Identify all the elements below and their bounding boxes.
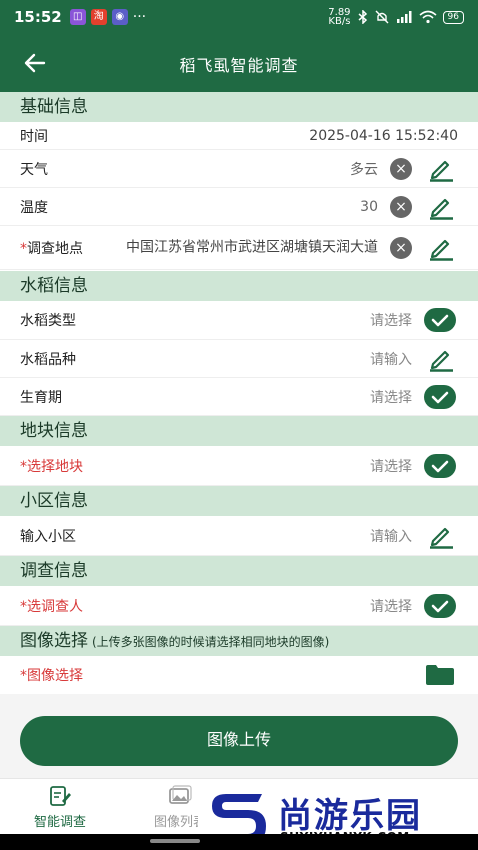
field-plot-select[interactable]: *选择地块 请选择 [0, 446, 478, 486]
check-circle-icon[interactable] [424, 308, 456, 332]
section-basic-info: 基础信息 [0, 92, 478, 122]
edit-pencil-icon[interactable] [427, 346, 455, 372]
weather-value: 多云 [350, 161, 378, 178]
community-input-placeholder: 请输入 [370, 528, 412, 545]
required-mark: * [20, 458, 27, 475]
growth-stage-placeholder: 请选择 [370, 389, 412, 406]
section-title: 水稻信息 [20, 276, 88, 296]
network-speed-unit: KB/s [328, 16, 351, 27]
section-title: 基础信息 [20, 97, 88, 117]
field-label: 输入小区 [20, 528, 76, 545]
clear-icon[interactable]: × [390, 236, 412, 259]
field-time: 时间 2025-04-16 15:52:40 [0, 122, 478, 150]
field-label: 水稻类型 [20, 313, 76, 329]
field-rice-type[interactable]: 水稻类型 请选择 [0, 301, 478, 340]
bluetooth-icon [358, 10, 367, 24]
field-surveyor[interactable]: *选调查人 请选择 [0, 586, 478, 626]
status-right: 7.89 KB/s 96 [328, 8, 464, 27]
upload-image-button[interactable]: 图像上传 [20, 716, 458, 766]
required-mark: * [20, 240, 27, 257]
field-location: *调查地点 中国江苏省常州市武进区湖塘镇天润大道 × [0, 226, 478, 270]
rice-type-placeholder: 请选择 [370, 313, 412, 329]
app-icon-3: ◉ [111, 9, 128, 25]
edit-pencil-icon[interactable] [427, 194, 455, 220]
field-label-text: 调查地点 [27, 240, 83, 257]
plot-select-placeholder: 请选择 [370, 458, 412, 475]
status-time: 15:52 [14, 8, 62, 26]
check-circle-icon[interactable] [424, 593, 456, 618]
app-icon-1: ◫ [69, 9, 86, 25]
section-note: (上传多张图像的时候请选择相同地块的图像) [92, 635, 330, 649]
field-label: *选择地块 [20, 456, 83, 476]
field-label: 时间 [20, 128, 48, 145]
taobao-icon: 淘 [90, 9, 107, 25]
location-value: 中国江苏省常州市武进区湖塘镇天润大道 [126, 239, 378, 255]
field-community-input[interactable]: 输入小区 请输入 [0, 516, 478, 556]
time-value: 2025-04-16 15:52:40 [309, 127, 458, 144]
field-label: *图像选择 [20, 665, 83, 685]
field-label: 天气 [20, 161, 48, 178]
tab-label: 智能调查 [33, 815, 86, 830]
section-title: 小区信息 [20, 491, 88, 511]
surveyor-placeholder: 请选择 [370, 598, 412, 615]
edit-pencil-icon[interactable] [427, 523, 455, 549]
field-rice-variety[interactable]: 水稻品种 请输入 [0, 340, 478, 378]
field-temperature: 温度 30 × [0, 188, 478, 226]
edit-pencil-icon[interactable] [427, 235, 455, 261]
section-title: 调查信息 [20, 561, 88, 581]
wifi-icon [419, 10, 437, 24]
survey-edit-icon [50, 786, 71, 806]
section-rice-info: 水稻信息 [0, 271, 478, 301]
field-label-text: 选择地块 [27, 458, 83, 475]
field-growth-stage[interactable]: 生育期 请选择 [0, 378, 478, 416]
image-list-icon [169, 785, 192, 804]
folder-icon[interactable] [426, 665, 454, 685]
field-image-select[interactable]: *图像选择 [0, 656, 478, 694]
page-title: 稻飞虱智能调查 [179, 56, 299, 75]
section-title: 地块信息 [20, 421, 88, 441]
clear-icon[interactable]: × [390, 157, 412, 180]
tab-smart-survey[interactable]: 智能调查 [5, 785, 115, 830]
system-nav-bar [0, 834, 478, 850]
field-label-text: 选调查人 [27, 598, 83, 615]
status-bar: 15:52 ◫ 淘 ◉ ··· 7.89 KB/s 96 [0, 0, 478, 34]
app-header: 稻飞虱智能调查 [0, 34, 478, 92]
section-plot-info: 地块信息 [0, 416, 478, 446]
field-label: 温度 [20, 199, 48, 216]
temperature-value: 30 [360, 198, 378, 215]
field-label: *选调查人 [20, 596, 83, 616]
check-circle-icon[interactable] [424, 384, 456, 409]
more-notifications-icon: ··· [132, 9, 147, 25]
section-survey-info: 调查信息 [0, 556, 478, 586]
field-label: 水稻品种 [20, 351, 76, 368]
field-label: *调查地点 [20, 238, 83, 258]
edit-pencil-icon[interactable] [427, 156, 455, 182]
required-mark: * [20, 598, 27, 615]
clear-icon[interactable]: × [390, 195, 412, 218]
network-speed: 7.89 KB/s [328, 8, 351, 27]
rice-variety-placeholder: 请输入 [370, 351, 412, 368]
section-title: 图像选择 [20, 631, 88, 651]
field-label: 生育期 [20, 389, 62, 406]
check-circle-icon[interactable] [424, 453, 456, 478]
mute-bell-icon [375, 10, 389, 24]
home-indicator[interactable] [150, 839, 200, 843]
section-image-select: 图像选择 (上传多张图像的时候请选择相同地块的图像) [0, 626, 478, 656]
section-community-info: 小区信息 [0, 486, 478, 516]
signal-icon [396, 11, 412, 23]
field-weather: 天气 多云 × [0, 150, 478, 188]
required-mark: * [20, 668, 27, 684]
field-label-text: 图像选择 [27, 668, 83, 684]
battery-icon: 96 [442, 10, 464, 24]
